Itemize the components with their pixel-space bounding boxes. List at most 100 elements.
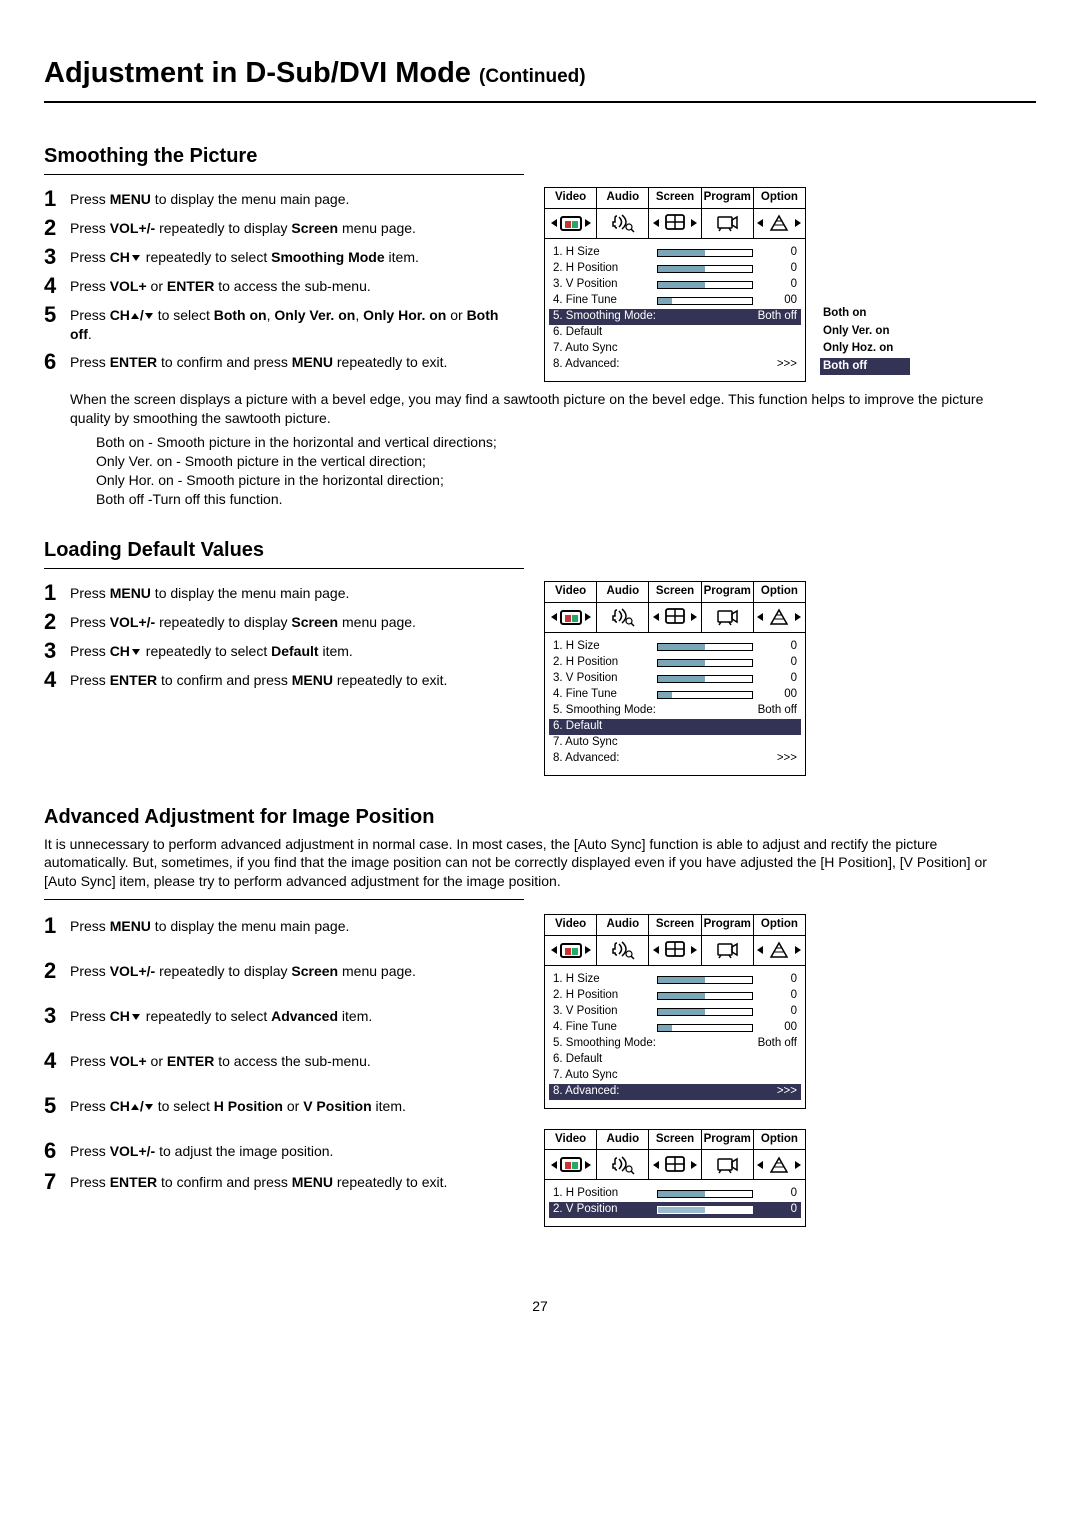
osd-item: 1. H Size0	[553, 639, 797, 655]
video-icon	[545, 1150, 597, 1179]
osd-tab-screen: Screen	[649, 915, 701, 935]
option-icon	[754, 1150, 805, 1179]
osd-item: 8. Advanced:>>>	[553, 357, 797, 373]
option-icon	[754, 209, 805, 238]
section-title-smoothing: Smoothing the Picture	[44, 143, 1036, 170]
program-icon	[702, 603, 754, 632]
osd-item: 2. H Position0	[553, 261, 797, 277]
step-text: Press ENTER to confirm and press MENU re…	[70, 668, 447, 690]
osd-tab-screen: Screen	[649, 188, 701, 208]
osd-item: 4. Fine Tune00	[553, 1020, 797, 1036]
page-title: Adjustment in D-Sub/DVI Mode (Continued)	[44, 54, 1036, 103]
chevron-down-icon	[132, 649, 140, 655]
osd-tab-program: Program	[702, 1130, 754, 1150]
chevron-down-icon	[145, 1104, 153, 1110]
osd-item: 3. V Position0	[553, 671, 797, 687]
chevron-down-icon	[132, 1014, 140, 1020]
steps-smoothing: 1Press MENU to display the menu main pag…	[44, 187, 524, 373]
step-text: Press VOL+/- to adjust the image positio…	[70, 1139, 333, 1161]
osd-advanced: Video Audio Screen Program Option 1. H S…	[544, 914, 806, 1109]
steps-default: 1Press MENU to display the menu main pag…	[44, 581, 524, 691]
submenu-option: Both on	[820, 305, 910, 323]
program-icon	[702, 1150, 754, 1179]
osd-item: 2. H Position0	[553, 988, 797, 1004]
video-icon	[545, 603, 597, 632]
section-title-advanced: Advanced Adjustment for Image Position	[44, 804, 1036, 831]
step-text: Press ENTER to confirm and press MENU re…	[70, 1170, 447, 1192]
screen-icon	[649, 936, 701, 965]
chevron-down-icon	[132, 255, 140, 261]
option-icon	[754, 603, 805, 632]
osd-smoothing: Video Audio Screen Program Option 1. H S…	[544, 187, 910, 382]
audio-icon	[597, 1150, 649, 1179]
osd-tab-audio: Audio	[597, 1130, 649, 1150]
audio-icon	[597, 603, 649, 632]
osd-item-selected: 6. Default	[549, 719, 801, 735]
page-title-main: Adjustment in D-Sub/DVI Mode	[44, 57, 479, 89]
chevron-up-icon	[131, 1104, 139, 1110]
step-text: Press MENU to display the menu main page…	[70, 581, 349, 603]
step-text: Press MENU to display the menu main page…	[70, 914, 349, 936]
osd-tab-program: Program	[702, 188, 754, 208]
step-text: Press CH/ to select H Position or V Posi…	[70, 1094, 406, 1116]
chevron-up-icon	[131, 313, 139, 319]
step-text: Press CH repeatedly to select Smoothing …	[70, 245, 419, 267]
osd-tab-video: Video	[545, 582, 597, 602]
audio-icon	[597, 209, 649, 238]
submenu-option-selected: Both off	[820, 358, 910, 376]
divider	[44, 174, 524, 175]
step-text: Press VOL+ or ENTER to access the sub-me…	[70, 1049, 371, 1071]
intro-text: It is unnecessary to perform advanced ad…	[44, 835, 1014, 892]
section-title-default: Loading Default Values	[44, 537, 1036, 564]
program-icon	[702, 209, 754, 238]
submenu-option: Only Hoz. on	[820, 340, 910, 358]
audio-icon	[597, 936, 649, 965]
osd-tab-program: Program	[702, 915, 754, 935]
osd-tab-video: Video	[545, 188, 597, 208]
osd-advanced-sub: Video Audio Screen Program Option 1. H P…	[544, 1129, 806, 1228]
osd-tab-video: Video	[545, 915, 597, 935]
osd-item: 4. Fine Tune00	[553, 293, 797, 309]
osd-tab-audio: Audio	[597, 188, 649, 208]
step-text: Press CH repeatedly to select Advanced i…	[70, 1004, 372, 1026]
osd-item: 5. Smoothing Mode:Both off	[553, 703, 797, 719]
osd-item: 3. V Position0	[553, 1004, 797, 1020]
osd-tab-program: Program	[702, 582, 754, 602]
screen-icon	[649, 1150, 701, 1179]
osd-tab-option: Option	[754, 915, 805, 935]
osd-item: 4. Fine Tune00	[553, 687, 797, 703]
step-text: Press VOL+ or ENTER to access the sub-me…	[70, 274, 371, 296]
divider	[44, 899, 524, 900]
osd-item: 8. Advanced:>>>	[553, 751, 797, 767]
step-text: Press ENTER to confirm and press MENU re…	[70, 350, 447, 372]
osd-item: 1. H Position0	[553, 1186, 797, 1202]
osd-item-selected: 5. Smoothing Mode:Both off	[549, 309, 801, 325]
video-icon	[545, 936, 597, 965]
osd-tab-screen: Screen	[649, 582, 701, 602]
program-icon	[702, 936, 754, 965]
osd-tab-option: Option	[754, 1130, 805, 1150]
osd-item: 3. V Position0	[553, 277, 797, 293]
steps-advanced: 1Press MENU to display the menu main pag…	[44, 914, 524, 1193]
page-number: 27	[44, 1297, 1036, 1316]
divider	[44, 568, 524, 569]
osd-tab-option: Option	[754, 582, 805, 602]
step-text: Press VOL+/- repeatedly to display Scree…	[70, 959, 416, 981]
osd-item: 6. Default	[553, 325, 797, 341]
option-icon	[754, 936, 805, 965]
osd-item: 7. Auto Sync	[553, 1068, 797, 1084]
osd-item: 7. Auto Sync	[553, 735, 797, 751]
osd-submenu: Both on Only Ver. on Only Hoz. on Both o…	[820, 305, 910, 375]
osd-item: 6. Default	[553, 1052, 797, 1068]
screen-icon	[649, 603, 701, 632]
osd-item-selected: 2. V Position0	[549, 1202, 801, 1218]
osd-item: 1. H Size0	[553, 972, 797, 988]
submenu-option: Only Ver. on	[820, 323, 910, 341]
step-text: Press VOL+/- repeatedly to display Scree…	[70, 610, 416, 632]
screen-icon	[649, 209, 701, 238]
osd-item: 1. H Size0	[553, 245, 797, 261]
explain-text: When the screen displays a picture with …	[70, 390, 1000, 428]
osd-default: Video Audio Screen Program Option 1. H S…	[544, 581, 806, 776]
osd-item-selected: 8. Advanced:>>>	[549, 1084, 801, 1100]
chevron-down-icon	[145, 313, 153, 319]
